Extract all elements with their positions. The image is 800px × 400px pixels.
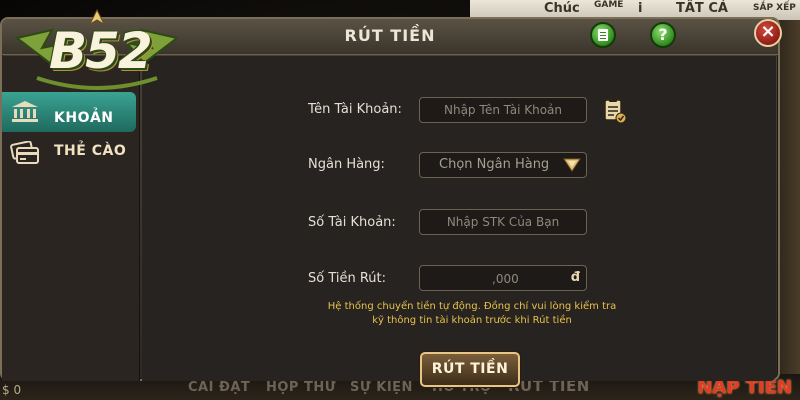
balance-text: $ 0 [2,383,22,397]
withdraw-notice: Hệ thống chuyển tiền tự động. Đồng chí v… [312,300,632,328]
sidebar-item-label: KHOẢN [54,110,114,126]
sidebar-item-label: THẺ CÀO [54,143,127,159]
withdraw-form: Tên Tài Khoản: Nhập Tên Tài Khoản Ngân H… [142,56,776,387]
bg-top-item: TẤT CẢ [676,1,728,16]
bg-top-item: SẮP XẾP [753,3,796,13]
bank-label: Ngân Hàng: [308,157,385,172]
history-list-button[interactable] [590,22,616,48]
b52-logo: B52 [12,8,182,98]
bg-top-item: i [638,1,643,16]
help-button[interactable]: ? [650,22,676,48]
account-number-label: Số Tài Khoản: [308,215,396,230]
currency-symbol: đ [570,270,580,285]
account-name-input[interactable]: Nhập Tên Tài Khoản [419,97,587,123]
notice-line: Hệ thống chuyển tiền tự động. Đồng chí v… [327,301,617,312]
clipboard-icon[interactable] [603,96,627,124]
list-icon [598,29,608,41]
bank-icon [10,100,40,124]
bg-bottom-item: CÀI ĐẶT [188,380,251,395]
bg-bottom-item: HỘP THƯ [266,380,337,395]
bg-top-item: GAME [594,0,624,10]
bg-bottom-item: SỰ KIỆN [350,380,413,395]
amount-value: ,000 [492,272,519,286]
chevron-down-icon [563,157,581,173]
bg-top-item: Chúc [544,1,580,16]
sidebar-item-scratch-card[interactable]: THẺ CÀO [2,133,136,173]
account-number-input[interactable]: Nhập STK Của Bạn [419,209,587,235]
account-name-label: Tên Tài Khoản: [308,102,402,117]
sidebar: KHOẢN THẺ CÀO [2,56,140,381]
notice-line: kỹ thông tin tài khoản trước khi Rút tiề… [372,315,572,326]
withdraw-submit-button[interactable]: RÚT TIỀN [420,352,520,387]
game-screen: Chúc GAME i TẤT CẢ SẮP XẾP $ 0 CÀI ĐẶT H… [0,0,800,400]
bank-select-value: Chọn Ngân Hàng [439,157,550,172]
logo-text: B52 [49,22,153,80]
amount-label: Số Tiền Rút: [308,271,387,286]
bank-select[interactable]: Chọn Ngân Hàng [419,152,587,178]
sidebar-item-bank-account[interactable]: KHOẢN [2,92,136,132]
card-icon [10,140,40,165]
amount-input[interactable]: ,000 đ [419,265,587,291]
close-button[interactable]: × [754,19,782,47]
